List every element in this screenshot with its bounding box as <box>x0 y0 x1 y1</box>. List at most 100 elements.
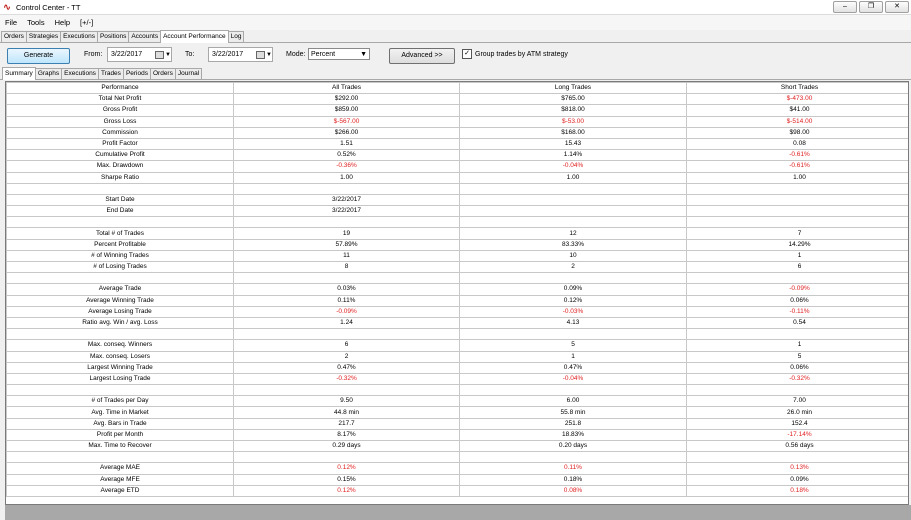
tab-sub-executions[interactable]: Executions <box>61 68 99 79</box>
metric-value <box>686 193 908 207</box>
metric-value: -0.61% <box>686 160 908 173</box>
atm-checkbox[interactable]: ✓ <box>462 49 472 59</box>
metric-label: Average MAE <box>6 462 234 475</box>
metric-value <box>459 328 687 341</box>
table-body: Total Net Profit $292.00 $765.00 $-473.00 Gr… <box>6 93 908 497</box>
metric-value: $-53.00 <box>459 115 687 128</box>
table-row: Average Winning Trade 0.11% 0.12% 0.06% <box>6 294 908 307</box>
tab-sub-orders[interactable]: Orders <box>149 68 176 79</box>
metric-value <box>686 216 908 229</box>
metric-label <box>6 328 234 341</box>
metric-value: 0.52% <box>233 149 460 162</box>
advanced-button[interactable]: Advanced >> <box>389 48 455 64</box>
metric-value: 0.03% <box>233 283 460 296</box>
column-header[interactable]: Short Trades <box>686 82 908 95</box>
mode-select[interactable]: Percent ▼ <box>308 48 370 60</box>
menu-toggle[interactable]: [+/-] <box>75 18 98 27</box>
metric-label: Gross Profit <box>6 104 234 117</box>
metric-value: 19 <box>233 227 460 240</box>
tab-log[interactable]: Log <box>227 31 245 42</box>
metric-label <box>6 216 234 229</box>
metric-value: 152.4 <box>686 417 908 430</box>
menu-help[interactable]: Help <box>50 18 75 27</box>
metric-value: 3/22/2017 <box>233 205 460 218</box>
calendar-icon[interactable] <box>155 50 164 59</box>
tab-periods[interactable]: Periods <box>122 68 151 79</box>
table-row: Max. Time to Recover 0.29 days 0.20 days 0.… <box>6 439 908 453</box>
metric-value: 0.15% <box>233 473 460 486</box>
to-label: To: <box>185 51 195 58</box>
column-header[interactable]: Performance <box>6 82 234 95</box>
tab-executions[interactable]: Executions <box>60 31 98 42</box>
metric-value <box>233 216 460 229</box>
to-date-picker[interactable]: 3/22/2017 ▼ <box>208 47 273 62</box>
from-date-picker[interactable]: 3/22/2017 ▼ <box>107 47 172 62</box>
menu-tools[interactable]: Tools <box>22 18 50 27</box>
metric-value: 0.08% <box>459 484 687 497</box>
app-logo-icon: ∿ <box>3 1 11 12</box>
metric-value: 4.13 <box>459 316 687 330</box>
metric-value: 1.24 <box>233 316 460 330</box>
metric-value: 0.47% <box>459 361 687 374</box>
table-row: Start Date 3/22/2017 <box>6 193 908 207</box>
tab-accounts[interactable]: Accounts <box>128 31 162 42</box>
tab-journal[interactable]: Journal <box>174 68 203 79</box>
chevron-down-icon[interactable]: ▼ <box>266 52 272 58</box>
restore-button[interactable]: ❐ <box>859 1 883 13</box>
metric-value: 0.08 <box>686 137 908 151</box>
tab-orders[interactable]: Orders <box>1 31 27 42</box>
metric-label: Largest Losing Trade <box>6 372 234 386</box>
atm-group-option[interactable]: ✓ Group trades by ATM strategy <box>462 49 568 59</box>
metric-value <box>233 451 460 464</box>
title-bar: ∿ Control Center - TT ‒ ❐ ✕ <box>0 0 911 15</box>
metric-label: Gross Loss <box>6 115 234 128</box>
metric-value: 26.0 min <box>686 406 908 419</box>
tab-summary[interactable]: Summary <box>2 67 36 80</box>
minimize-button[interactable]: ‒ <box>833 1 857 13</box>
metric-value <box>686 384 908 397</box>
metric-label: # of Winning Trades <box>6 249 234 263</box>
generate-button[interactable]: Generate <box>7 48 70 64</box>
metric-value <box>233 272 460 285</box>
table-row: Max. conseq. Losers 2 1 5 <box>6 350 908 363</box>
metric-value: 0.18% <box>686 484 908 497</box>
table-row <box>6 272 908 285</box>
metric-value: 1.14% <box>459 149 687 162</box>
table-row: Cumulative Profit 0.52% 1.14% -0.61% <box>6 149 908 162</box>
metric-label: Total # of Trades <box>6 227 234 240</box>
metric-value: 1 <box>686 249 908 263</box>
metric-value <box>459 182 687 195</box>
metric-value: 83.33% <box>459 238 687 251</box>
tab-positions[interactable]: Positions <box>96 31 130 42</box>
tab-strategies[interactable]: Strategies <box>25 31 62 42</box>
metric-value <box>686 272 908 285</box>
metric-value: 1.00 <box>233 171 460 184</box>
close-button[interactable]: ✕ <box>885 1 909 13</box>
tab-account-performance[interactable]: Account Performance <box>160 30 229 43</box>
metric-label: Cumulative Profit <box>6 149 234 162</box>
status-area <box>5 505 911 520</box>
metric-value: 0.12% <box>233 462 460 475</box>
column-header[interactable]: All Trades <box>233 82 460 95</box>
metric-value: $818.00 <box>459 104 687 117</box>
chevron-down-icon[interactable]: ▼ <box>165 52 171 58</box>
table-row <box>6 182 908 195</box>
calendar-icon[interactable] <box>256 50 265 59</box>
metric-label: Max. Time to Recover <box>6 439 234 453</box>
menu-file[interactable]: File <box>0 18 22 27</box>
tab-trades[interactable]: Trades <box>97 68 124 79</box>
from-label: From: <box>84 51 103 58</box>
metric-value: 0.06% <box>686 361 908 374</box>
performance-toolbar: Generate From: 3/22/2017 ▼ To: 3/22/2017… <box>0 43 911 68</box>
metric-label: Total Net Profit <box>6 93 234 106</box>
tab-graphs[interactable]: Graphs <box>34 68 63 79</box>
metric-label: Avg. Time in Market <box>6 406 234 419</box>
metric-value: $-473.00 <box>686 93 908 106</box>
column-header[interactable]: Long Trades <box>459 82 687 95</box>
table-row: Max. conseq. Winners 6 5 1 <box>6 339 908 352</box>
window-title: Control Center - TT <box>16 2 81 12</box>
table-row: Sharpe Ratio 1.00 1.00 1.00 <box>6 171 908 184</box>
metric-value: 0.47% <box>233 361 460 374</box>
table-row: Avg. Time in Market 44.8 min 55.8 min 26.0 … <box>6 406 908 419</box>
metric-value: 1 <box>686 339 908 352</box>
